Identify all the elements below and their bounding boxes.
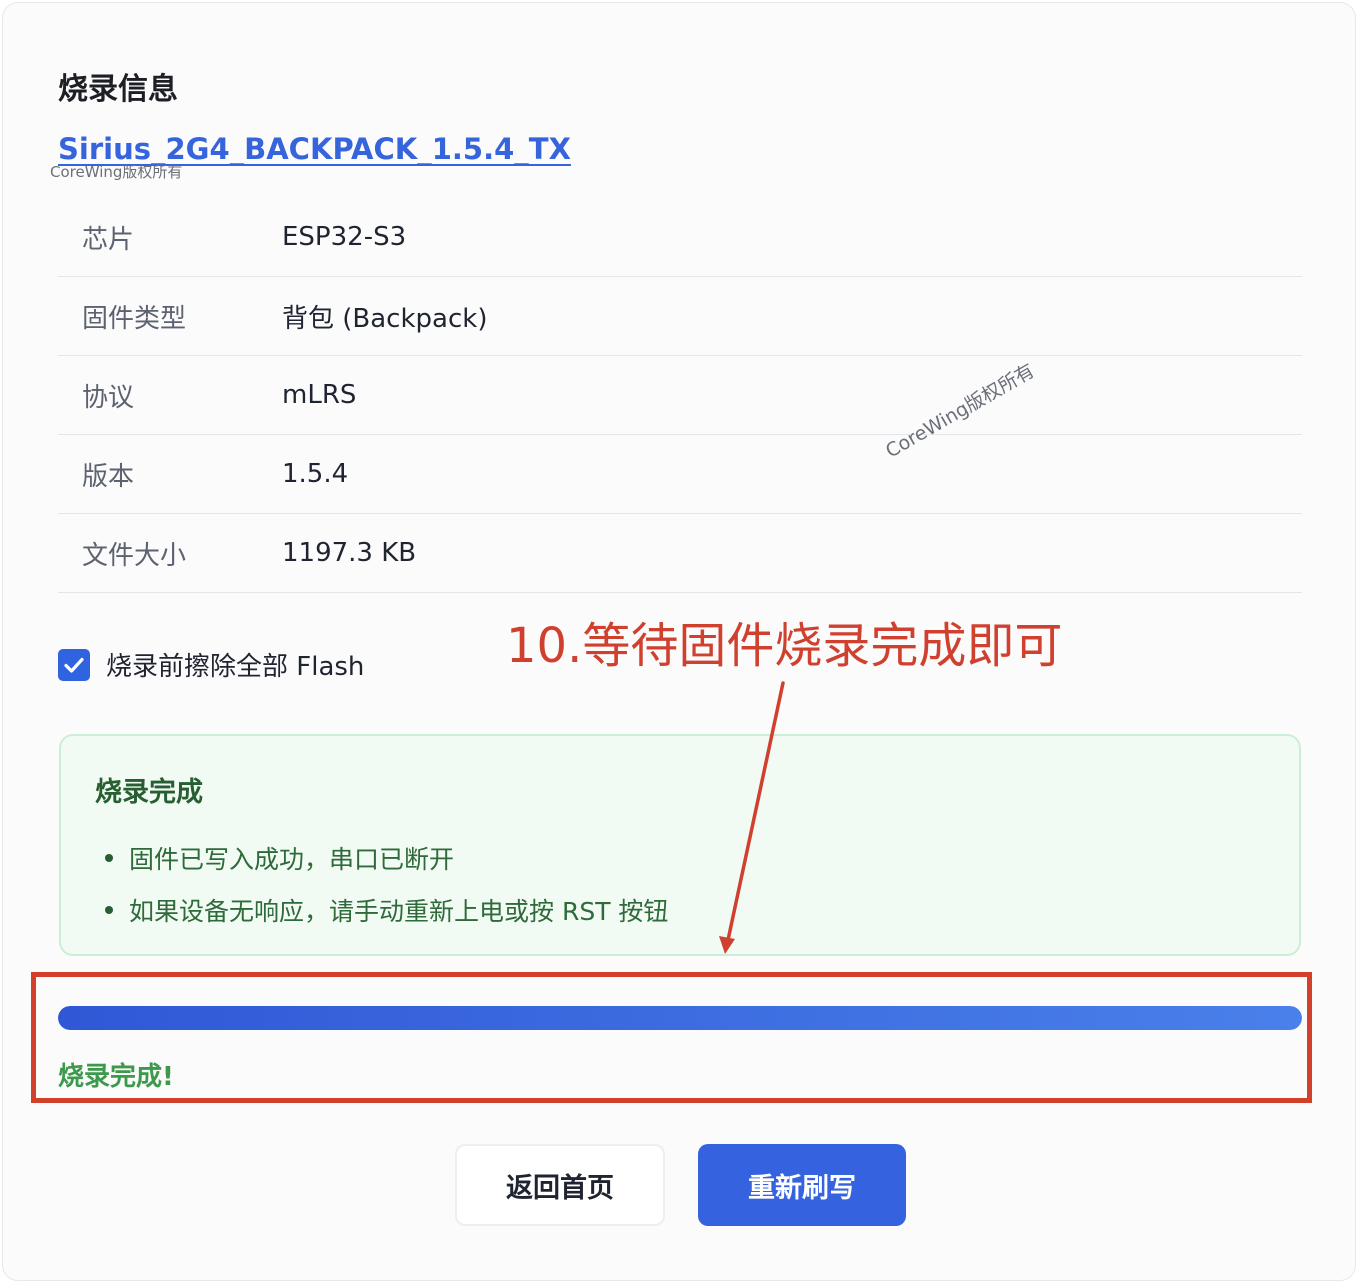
info-key: 协议 — [58, 355, 282, 435]
info-value: 1197.3 KB — [282, 513, 1302, 593]
info-row-version: 版本 1.5.4 — [58, 434, 1302, 514]
info-value: mLRS — [282, 355, 1302, 435]
progress-bar-fill — [58, 1006, 1302, 1030]
list-item: 如果设备无响应，请手动重新上电或按 RST 按钮 — [95, 884, 668, 936]
info-row-file-size: 文件大小 1197.3 KB — [58, 513, 1302, 593]
erase-flash-label: 烧录前擦除全部 Flash — [106, 652, 365, 682]
progress-bar — [58, 1006, 1302, 1030]
check-icon — [64, 657, 84, 673]
list-item-text: 固件已写入成功，串口已断开 — [129, 845, 455, 874]
erase-flash-checkbox[interactable] — [58, 648, 90, 681]
info-value: ESP32-S3 — [282, 198, 1302, 277]
annotation-highlight-box — [31, 972, 1312, 1103]
bullet-icon — [105, 906, 113, 914]
info-row-chip: 芯片 ESP32-S3 — [58, 198, 1302, 277]
annotation-text: 10.等待固件烧录完成即可 — [506, 618, 1063, 674]
info-key: 版本 — [58, 434, 282, 514]
firmware-info-table: 芯片 ESP32-S3 固件类型 背包 (Backpack) 协议 mLRS 版… — [58, 198, 1302, 593]
watermark-small: CoreWing版权所有 — [50, 163, 183, 181]
flash-complete-title: 烧录完成 — [95, 777, 203, 808]
info-row-protocol: 协议 mLRS — [58, 355, 1302, 435]
info-value: 背包 (Backpack) — [282, 276, 1302, 356]
list-item: 固件已写入成功，串口已断开 — [95, 832, 668, 884]
back-home-button[interactable]: 返回首页 — [455, 1144, 665, 1226]
bullet-icon — [105, 854, 113, 862]
page-title: 烧录信息 — [58, 72, 178, 107]
progress-status-text: 烧录完成! — [58, 1062, 174, 1092]
list-item-text: 如果设备无响应，请手动重新上电或按 RST 按钮 — [129, 897, 669, 926]
info-key: 固件类型 — [58, 276, 282, 356]
info-value: 1.5.4 — [282, 434, 1302, 514]
flash-complete-list: 固件已写入成功，串口已断开 如果设备无响应，请手动重新上电或按 RST 按钮 — [95, 832, 668, 936]
flash-complete-panel: 烧录完成 固件已写入成功，串口已断开 如果设备无响应，请手动重新上电或按 RST… — [59, 734, 1301, 956]
reflash-button[interactable]: 重新刷写 — [698, 1144, 906, 1226]
info-key: 芯片 — [58, 198, 282, 277]
info-row-firmware-type: 固件类型 背包 (Backpack) — [58, 276, 1302, 356]
info-key: 文件大小 — [58, 513, 282, 593]
erase-flash-option[interactable]: 烧录前擦除全部 Flash — [58, 646, 364, 683]
